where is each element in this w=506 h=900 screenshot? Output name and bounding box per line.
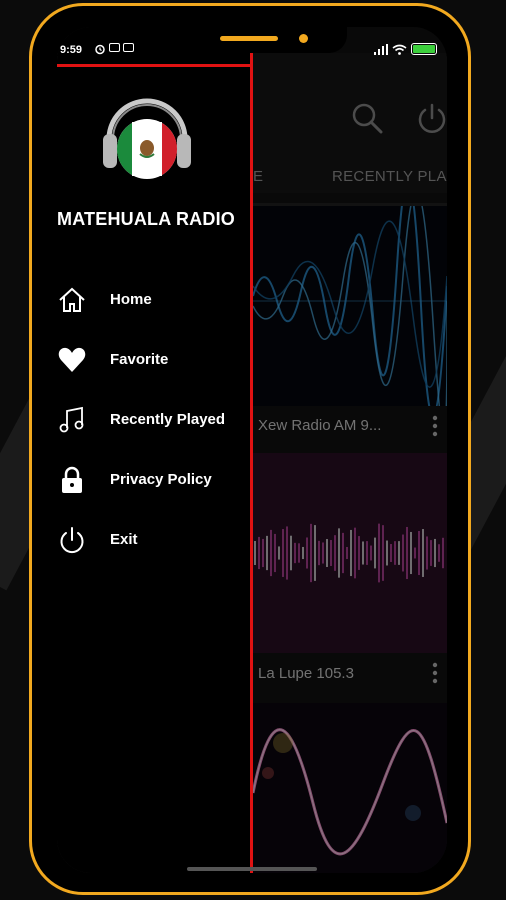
menu-item-recently-played[interactable]: Recently Played [57, 398, 253, 442]
navigation-drawer: MATEHUALA RADIO Home Favorite Recently P… [57, 27, 253, 873]
menu-label: Home [110, 291, 152, 308]
home-indicator [187, 867, 317, 871]
menu-item-home[interactable]: Home [57, 278, 253, 322]
status-system-icons [374, 43, 437, 55]
signal-icon [374, 43, 388, 55]
status-notification-icons [94, 43, 134, 55]
alarm-icon [95, 44, 105, 55]
video-app-icon [109, 43, 120, 52]
status-time: 9:59 [60, 44, 83, 56]
battery-level [413, 45, 435, 53]
notch-speaker [220, 36, 278, 41]
drawer-top-accent [57, 64, 253, 67]
menu-item-exit[interactable]: Exit [57, 518, 253, 562]
menu-label: Exit [110, 531, 138, 548]
app-name: MATEHUALA RADIO [57, 209, 235, 229]
lock-icon [62, 466, 82, 493]
menu-item-favorite[interactable]: Favorite [57, 338, 253, 382]
home-icon [59, 287, 85, 312]
music-note-icon [59, 406, 84, 433]
power-icon [60, 527, 84, 554]
heart-icon [58, 347, 86, 372]
menu-label: Privacy Policy [110, 471, 212, 488]
battery-icon [411, 43, 437, 55]
drawer-scrim[interactable] [253, 27, 447, 873]
menu-label: Recently Played [110, 411, 226, 428]
video-app-icon [123, 43, 134, 52]
menu-label: Favorite [110, 351, 169, 368]
app-logo-headphones-flag [103, 98, 191, 179]
notch-camera [299, 34, 308, 43]
notch [187, 27, 347, 53]
phone-screen: 9:59 E RECENTLY PLA Xew Radio AM 9... La… [57, 27, 447, 873]
menu-item-privacy-policy[interactable]: Privacy Policy [57, 458, 253, 502]
wifi-icon [392, 44, 407, 55]
